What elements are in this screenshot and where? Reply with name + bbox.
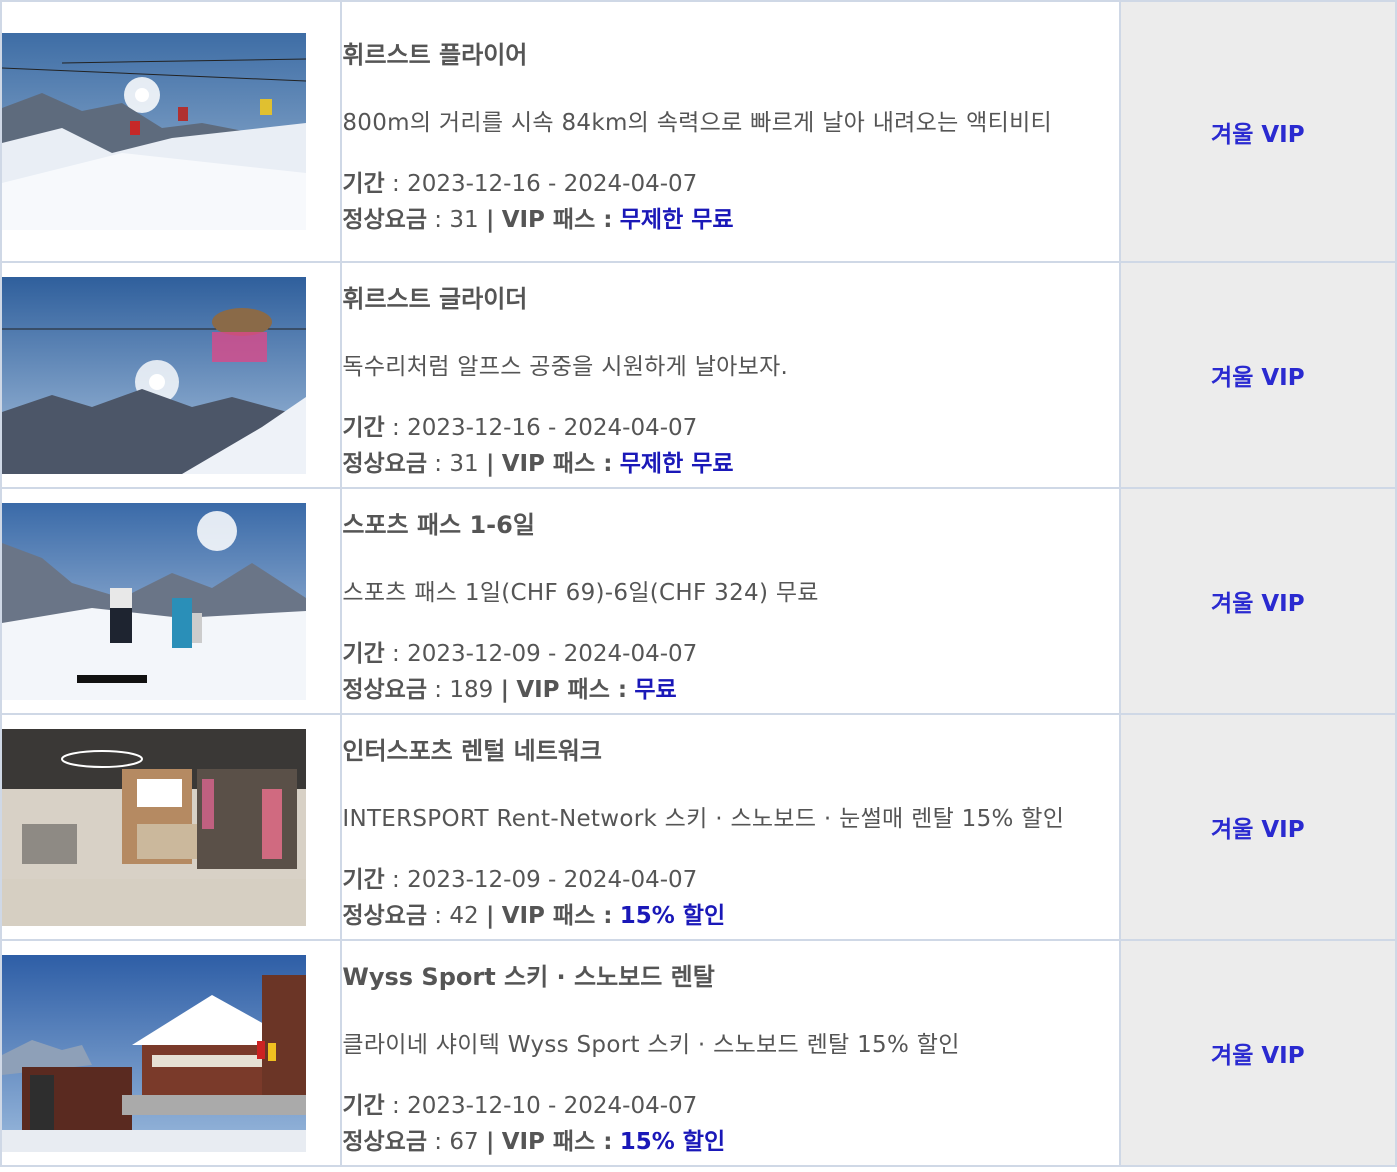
- activity-info: 휘르스트 플라이어 800m의 거리를 시속 84km의 속력으로 빠르게 날아…: [340, 0, 1121, 263]
- activity-photo[interactable]: [2, 728, 306, 926]
- fee-value: 67: [449, 1128, 479, 1155]
- vip-pass-label: VIP 패스 :: [501, 450, 613, 477]
- activity-photo[interactable]: [2, 954, 306, 1152]
- activity-list: 휘르스트 플라이어 800m의 거리를 시속 84km의 속력으로 빠르게 날아…: [0, 0, 1397, 1167]
- rental-shop-photo: [2, 728, 306, 926]
- category-link[interactable]: 겨울 VIP: [1211, 1043, 1305, 1069]
- period-label: 기간: [342, 170, 385, 197]
- fee-label: 정상요금: [342, 206, 427, 233]
- fee-label: 정상요금: [342, 1128, 427, 1155]
- benefit-value: 15% 할인: [619, 1128, 726, 1155]
- fee-label: 정상요금: [342, 450, 427, 477]
- fee-line: 정상요금 : 31 | VIP 패스 : 무제한 무료: [342, 206, 734, 233]
- list-item: 휘르스트 플라이어 800m의 거리를 시속 84km의 속력으로 빠르게 날아…: [0, 0, 1397, 263]
- vip-pass-label: VIP 패스 :: [501, 1128, 613, 1155]
- benefit-value: 무제한 무료: [619, 450, 734, 477]
- category-cell: 겨울 VIP: [1118, 713, 1397, 941]
- period-label: 기간: [342, 640, 385, 667]
- fee-line: 정상요금 : 42 | VIP 패스 : 15% 할인: [342, 902, 726, 929]
- category-link[interactable]: 겨울 VIP: [1211, 817, 1305, 843]
- period-value: 2023-12-16 - 2024-04-07: [407, 414, 698, 441]
- period-line: 기간 : 2023-12-16 - 2024-04-07: [342, 414, 698, 441]
- period-label: 기간: [342, 414, 385, 441]
- activity-title[interactable]: 휘르스트 글라이더: [342, 283, 1118, 315]
- period-line: 기간 : 2023-12-09 - 2024-04-07: [342, 866, 698, 893]
- fee-line: 정상요금 : 189 | VIP 패스 : 무료: [342, 676, 677, 703]
- thumbnail-cell: [0, 261, 343, 489]
- vip-pass-label: VIP 패스 :: [501, 902, 613, 929]
- ski-shop-building-photo: [2, 954, 306, 1152]
- category-link[interactable]: 겨울 VIP: [1211, 365, 1305, 391]
- period-line: 기간 : 2023-12-10 - 2024-04-07: [342, 1092, 698, 1119]
- glider-photo: [2, 276, 306, 474]
- fee-line: 정상요금 : 67 | VIP 패스 : 15% 할인: [342, 1128, 726, 1155]
- activity-description: 독수리처럼 알프스 공중을 시원하게 날아보자.: [342, 353, 789, 380]
- period-value: 2023-12-09 - 2024-04-07: [407, 866, 698, 893]
- thumbnail-cell: [0, 487, 343, 715]
- period-value: 2023-12-10 - 2024-04-07: [407, 1092, 698, 1119]
- activity-info: 휘르스트 글라이더 독수리처럼 알프스 공중을 시원하게 날아보자. 기간 : …: [340, 261, 1121, 489]
- activity-photo[interactable]: [2, 502, 306, 700]
- category-link[interactable]: 겨울 VIP: [1211, 122, 1305, 148]
- list-item: 휘르스트 글라이더 독수리처럼 알프스 공중을 시원하게 날아보자. 기간 : …: [0, 261, 1397, 489]
- benefit-value: 15% 할인: [619, 902, 726, 929]
- list-item: 스포츠 패스 1-6일 스포츠 패스 1일(CHF 69)-6일(CHF 324…: [0, 487, 1397, 715]
- activity-description: 스포츠 패스 1일(CHF 69)-6일(CHF 324) 무료: [342, 579, 819, 606]
- activity-photo[interactable]: [2, 33, 306, 230]
- category-cell: 겨울 VIP: [1118, 0, 1397, 263]
- fee-label: 정상요금: [342, 902, 427, 929]
- category-cell: 겨울 VIP: [1118, 487, 1397, 715]
- period-line: 기간 : 2023-12-09 - 2024-04-07: [342, 640, 698, 667]
- fee-value: 31: [449, 206, 479, 233]
- fee-value: 189: [449, 676, 494, 703]
- thumbnail-cell: [0, 713, 343, 941]
- benefit-value: 무제한 무료: [619, 206, 734, 233]
- thumbnail-cell: [0, 939, 343, 1167]
- list-item: 인터스포츠 렌털 네트워크 INTERSPORT Rent-Network 스키…: [0, 713, 1397, 941]
- benefit-value: 무료: [634, 676, 677, 703]
- zipline-photo: [2, 33, 306, 230]
- thumbnail-cell: [0, 0, 343, 263]
- activity-info: Wyss Sport 스키 · 스노보드 렌탈 클라이네 샤이텍 Wyss Sp…: [340, 939, 1121, 1167]
- list-item: Wyss Sport 스키 · 스노보드 렌탈 클라이네 샤이텍 Wyss Sp…: [0, 939, 1397, 1167]
- period-value: 2023-12-16 - 2024-04-07: [407, 170, 698, 197]
- period-label: 기간: [342, 1092, 385, 1119]
- activity-title[interactable]: 휘르스트 플라이어: [342, 39, 1118, 71]
- fee-value: 42: [449, 902, 479, 929]
- snowboarders-photo: [2, 502, 306, 700]
- activity-info: 스포츠 패스 1-6일 스포츠 패스 1일(CHF 69)-6일(CHF 324…: [340, 487, 1121, 715]
- period-line: 기간 : 2023-12-16 - 2024-04-07: [342, 170, 698, 197]
- vip-pass-label: VIP 패스 :: [501, 206, 613, 233]
- activity-description: INTERSPORT Rent-Network 스키 · 스노보드 · 눈썰매 …: [342, 805, 1065, 832]
- activity-description: 800m의 거리를 시속 84km의 속력으로 빠르게 날아 내려오는 액티비티: [342, 109, 1052, 136]
- fee-value: 31: [449, 450, 479, 477]
- category-cell: 겨울 VIP: [1118, 939, 1397, 1167]
- activity-info: 인터스포츠 렌털 네트워크 INTERSPORT Rent-Network 스키…: [340, 713, 1121, 941]
- period-value: 2023-12-09 - 2024-04-07: [407, 640, 698, 667]
- fee-line: 정상요금 : 31 | VIP 패스 : 무제한 무료: [342, 450, 734, 477]
- activity-title[interactable]: 인터스포츠 렌털 네트워크: [342, 735, 1118, 767]
- fee-label: 정상요금: [342, 676, 427, 703]
- activity-title[interactable]: Wyss Sport 스키 · 스노보드 렌탈: [342, 961, 1118, 993]
- activity-description: 클라이네 샤이텍 Wyss Sport 스키 · 스노보드 렌탈 15% 할인: [342, 1031, 960, 1058]
- activity-photo[interactable]: [2, 276, 306, 474]
- category-cell: 겨울 VIP: [1118, 261, 1397, 489]
- category-link[interactable]: 겨울 VIP: [1211, 591, 1305, 617]
- activity-title[interactable]: 스포츠 패스 1-6일: [342, 509, 1118, 541]
- period-label: 기간: [342, 866, 385, 893]
- vip-pass-label: VIP 패스 :: [516, 676, 628, 703]
